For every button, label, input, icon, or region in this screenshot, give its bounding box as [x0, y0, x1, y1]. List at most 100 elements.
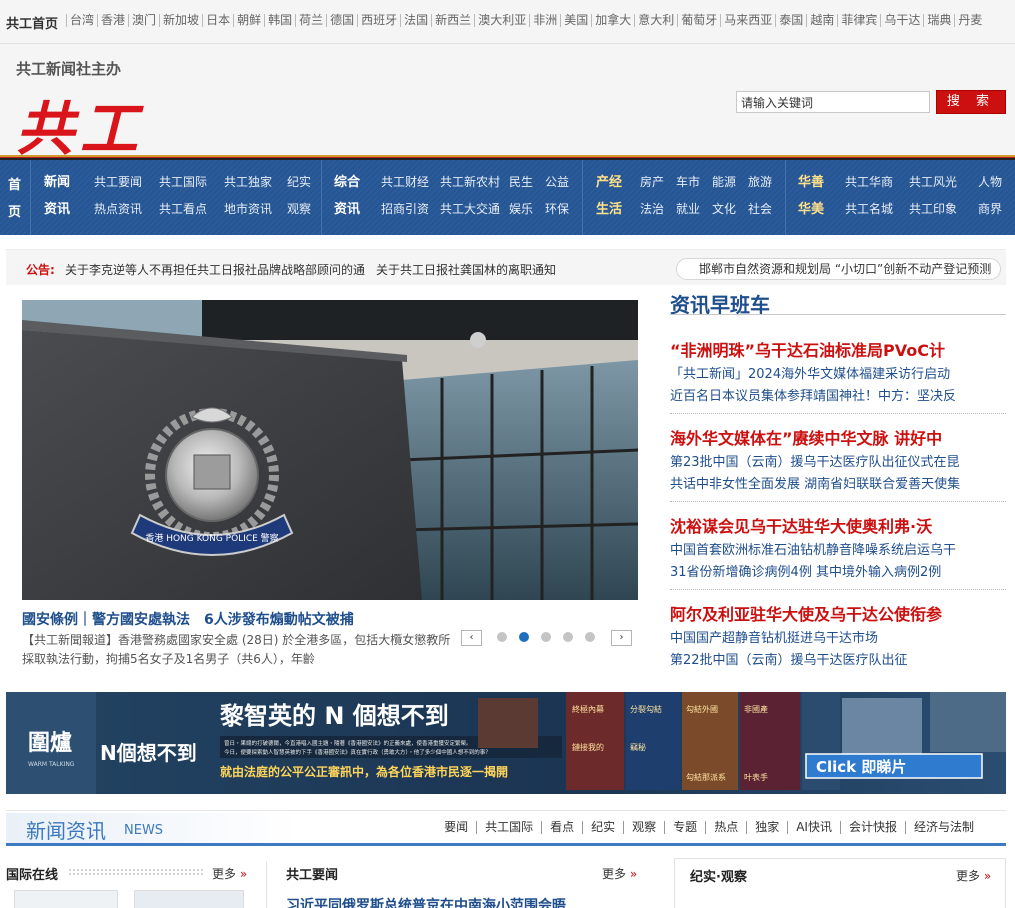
- express-headline[interactable]: 海外华文媒体在”赓续中华文脉 讲好中: [670, 425, 942, 449]
- section-link[interactable]: AI快讯: [787, 821, 840, 834]
- nav-item[interactable]: 环保: [545, 196, 569, 223]
- nav-item[interactable]: 旅游: [748, 169, 772, 196]
- intl-thumb-2[interactable]: [134, 890, 244, 908]
- nav-item[interactable]: 房产: [640, 169, 664, 196]
- express-item[interactable]: 中国首套欧洲标准石油钻机静音降噪系统启运乌干: [670, 539, 956, 558]
- section-link[interactable]: 独家: [746, 821, 787, 834]
- nav-item[interactable]: 共工看点: [159, 196, 207, 223]
- express-item[interactable]: 第22批中国（云南）援乌干达医疗队出征: [670, 649, 908, 668]
- region-link[interactable]: 乌干达: [880, 14, 923, 27]
- region-link[interactable]: 菲律宾: [837, 14, 880, 27]
- nav-item[interactable]: 招商引资: [381, 196, 429, 223]
- region-link[interactable]: 意大利: [634, 14, 677, 27]
- region-link[interactable]: 非洲: [529, 14, 560, 27]
- region-link[interactable]: 澳大利亚: [474, 14, 529, 27]
- slide-next-button[interactable]: ›: [611, 630, 632, 646]
- nav-item[interactable]: 共工华商: [845, 169, 893, 196]
- nav-category[interactable]: 新闻: [44, 169, 70, 196]
- region-link[interactable]: 荷兰: [295, 14, 326, 27]
- nav-item[interactable]: 民生: [509, 169, 533, 196]
- nav-item[interactable]: 观察: [287, 196, 311, 223]
- nav-item[interactable]: 车市: [676, 169, 700, 196]
- intl-thumb-1[interactable]: [14, 890, 118, 908]
- nav-item[interactable]: 共工财经: [381, 169, 429, 196]
- express-item[interactable]: 中国国产超静音钻机挺进乌干达市场: [670, 627, 878, 646]
- nav-category[interactable]: 华美: [798, 196, 824, 223]
- slide-dot[interactable]: [519, 632, 529, 642]
- site-home-link[interactable]: 共工首页: [6, 13, 58, 32]
- notice-item[interactable]: 关于共工日报社龚国林的离职通知: [376, 261, 556, 278]
- region-link[interactable]: 马来西亚: [720, 14, 775, 27]
- region-link[interactable]: 泰国: [775, 14, 806, 27]
- banner-cta[interactable]: Click 即睇片: [816, 758, 906, 776]
- hero-headline[interactable]: 國安條例｜警方國安處執法 6人涉發布煽動帖文被捕: [22, 609, 354, 629]
- region-link[interactable]: 瑞典: [923, 14, 954, 27]
- region-link[interactable]: 加拿大: [591, 14, 634, 27]
- nav-item[interactable]: 娱乐: [509, 196, 533, 223]
- section-link[interactable]: 观察: [623, 821, 664, 834]
- section-link[interactable]: 热点: [705, 821, 746, 834]
- region-link[interactable]: 新西兰: [431, 14, 474, 27]
- slide-dot[interactable]: [497, 632, 507, 642]
- express-item[interactable]: 「共工新闻」2024海外华文媒体福建采访行启动: [670, 363, 950, 382]
- nav-category[interactable]: 华善: [798, 169, 824, 196]
- more-link-intl[interactable]: 更多 »: [212, 865, 247, 882]
- nav-item[interactable]: 法治: [640, 196, 664, 223]
- section-link[interactable]: 纪实: [582, 821, 623, 834]
- region-link[interactable]: 越南: [806, 14, 837, 27]
- nav-item[interactable]: 共工新农村: [440, 169, 500, 196]
- nav-category[interactable]: 综合: [334, 169, 360, 196]
- slide-prev-button[interactable]: ‹: [461, 630, 482, 646]
- region-link[interactable]: 澳门: [128, 14, 159, 27]
- nav-item[interactable]: 社会: [748, 196, 772, 223]
- hero-image[interactable]: 香港 HONG KONG POLICE 警察: [22, 300, 638, 600]
- nav-item[interactable]: 共工国际: [159, 169, 207, 196]
- slide-dot[interactable]: [563, 632, 573, 642]
- top-news-headline[interactable]: 习近平同俄罗斯总统普京在中南海小范围会晤: [286, 895, 566, 908]
- region-link[interactable]: 美国: [560, 14, 591, 27]
- nav-item[interactable]: 共工风光: [909, 169, 957, 196]
- region-link[interactable]: 韩国: [264, 14, 295, 27]
- express-headline[interactable]: 沈裕谋会见乌干达驻华大使奥利弗·沃: [670, 513, 932, 537]
- region-link[interactable]: 葡萄牙: [677, 14, 720, 27]
- region-link[interactable]: 德国: [326, 14, 357, 27]
- section-link[interactable]: 看点: [541, 821, 582, 834]
- section-link[interactable]: 要闻: [436, 821, 476, 834]
- express-item[interactable]: 31省份新增确诊病例4例 其中境外输入病例2例: [670, 561, 941, 580]
- express-item[interactable]: 近百名日本议员集体参拜靖国神社！中方：坚决反: [670, 385, 956, 404]
- nav-item[interactable]: 公益: [545, 169, 569, 196]
- nav-item[interactable]: 文化: [712, 196, 736, 223]
- section-link[interactable]: 会计快报: [839, 821, 905, 834]
- slide-dot[interactable]: [541, 632, 551, 642]
- section-link[interactable]: 经济与法制: [904, 821, 982, 834]
- search-input[interactable]: [736, 91, 930, 113]
- nav-category[interactable]: 生活: [596, 196, 622, 223]
- region-link[interactable]: 西班牙: [357, 14, 400, 27]
- nav-item[interactable]: 纪实: [287, 169, 311, 196]
- nav-category[interactable]: 资讯: [334, 196, 360, 223]
- notice-item[interactable]: 关于李克逆等人不再担任共工日报社品牌战略部顾问的通: [65, 261, 365, 278]
- region-link[interactable]: 丹麦: [954, 14, 985, 27]
- scroll-news[interactable]: 邯郸市自然资源和规划局 “小切口”创新不动产登记预测: [676, 258, 1001, 280]
- search-button[interactable]: 搜 索: [936, 90, 1006, 114]
- express-item[interactable]: 共话中非女性全面发展 湖南省妇联联合爱善天使集: [670, 473, 960, 492]
- nav-item[interactable]: 共工印象: [909, 196, 957, 223]
- more-link-top[interactable]: 更多 »: [602, 865, 637, 882]
- region-link[interactable]: 朝鲜: [233, 14, 264, 27]
- region-link[interactable]: 新加坡: [159, 14, 202, 27]
- region-link[interactable]: 台湾: [66, 14, 97, 27]
- region-link[interactable]: 日本: [202, 14, 233, 27]
- nav-category[interactable]: 产经: [596, 169, 622, 196]
- site-logo[interactable]: 共工: [16, 82, 144, 166]
- region-link[interactable]: 香港: [97, 14, 128, 27]
- nav-item[interactable]: 热点资讯: [94, 196, 142, 223]
- nav-item[interactable]: 商界: [978, 196, 1002, 223]
- nav-item[interactable]: 共工要闻: [94, 169, 142, 196]
- nav-item[interactable]: 共工名城: [845, 196, 893, 223]
- region-link[interactable]: 法国: [400, 14, 431, 27]
- more-link-obs[interactable]: 更多 »: [956, 867, 991, 884]
- nav-item[interactable]: 就业: [676, 196, 700, 223]
- nav-category[interactable]: 资讯: [44, 196, 70, 223]
- section-link[interactable]: 共工国际: [476, 821, 541, 834]
- nav-item[interactable]: 地市资讯: [224, 196, 272, 223]
